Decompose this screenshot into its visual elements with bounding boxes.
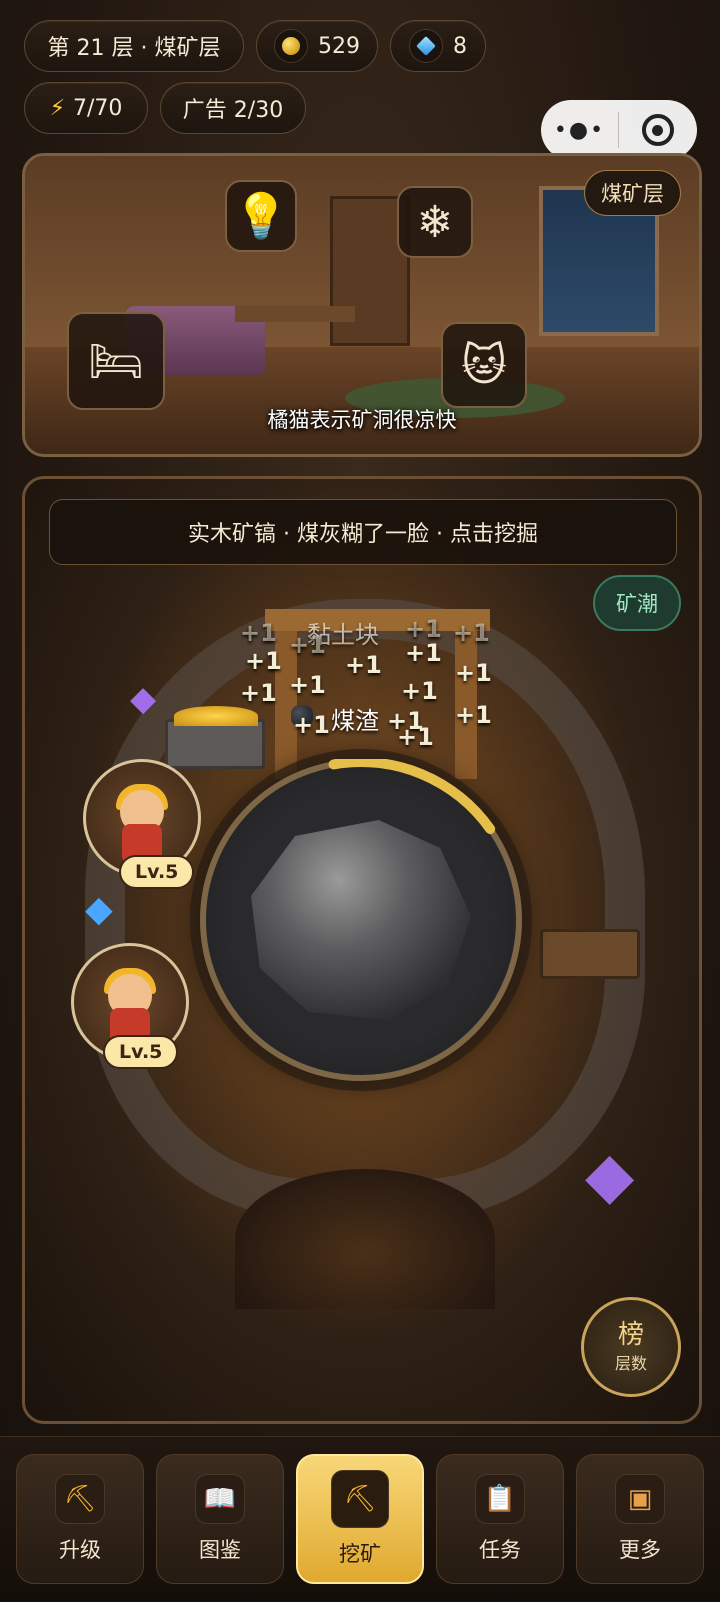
aircon-slot[interactable]: ❄ [397,186,473,258]
nav-label: 任务 [479,1538,521,1562]
reward-floater: +1 [240,619,277,647]
more-box-icon: ▣ [615,1474,665,1524]
gem-count: 8 [453,33,467,59]
reward-floater: +1 [245,647,282,675]
energy-count: 7/70 [73,95,123,121]
book-icon: 📖 [195,1474,245,1524]
diamond-icon [409,29,443,63]
lamp-slot[interactable]: 💡 [225,180,297,252]
room-scene: 💡 ❄ 🛏 🐱 煤矿层 橘猫表示矿洞很凉快 [22,153,702,457]
reward-floater: +1 [401,677,438,705]
reward-floater: +1 [289,631,326,659]
orange-cat-icon: 🐱 [461,339,507,391]
miniprogram-capsule: •●• [541,100,697,160]
coin-count: 529 [318,33,360,59]
surge-button[interactable]: 矿潮 [593,575,681,631]
room-tag-label: 煤矿层 [601,182,664,206]
close-miniprogram-button[interactable] [619,114,696,146]
floor-label: 第 21 层 · 煤矿层 [47,36,221,61]
gem-pill[interactable]: 8 [390,20,486,72]
pickaxe-mine-icon: ⛏ [331,1470,389,1528]
rank-button-sub: 层数 [614,1354,647,1373]
bed-slot[interactable]: 🛏 [67,312,165,410]
nav-collection[interactable]: 📖 图鉴 [156,1454,284,1584]
nav-label: 图鉴 [199,1538,241,1562]
reward-floater: +1 [289,671,326,699]
nav-more[interactable]: ▣ 更多 [576,1454,704,1584]
nav-tasks[interactable]: 📋 任务 [436,1454,564,1584]
reward-floater: +1 [345,651,382,679]
more-menu-button[interactable]: •●• [541,118,618,143]
dig-hint: 实木矿镐 · 煤灰糊了一脸 · 点击挖掘 [49,499,677,565]
reward-floater: +1 [397,723,434,751]
reward-floater: +1 [455,701,492,729]
target-icon [641,114,674,146]
energy-pill[interactable]: ⚡ 7/70 [24,82,148,134]
drop-label: 煤渣 [331,707,379,735]
dig-hint-text: 实木矿镐 · 煤灰糊了一脸 · 点击挖掘 [188,522,538,547]
ad-pill[interactable]: 广告 2/30 [160,82,306,134]
bed-icon: 🛏 [88,336,144,387]
nav-label: 更多 [619,1538,661,1562]
miner-level-badge: Lv.5 [103,1035,179,1069]
cave-tunnel [235,1169,495,1309]
nav-label: 升级 [59,1538,101,1562]
coin-pill[interactable]: 529 [256,20,378,72]
mine-scene: ◆ ◆ ◆ 实木矿镐 · 煤灰糊了一脸 · 点击挖掘 矿潮 黏土块 煤渣 +1 … [22,476,702,1424]
room-desk [235,306,355,322]
air-conditioner-icon: ❄ [416,196,454,248]
nav-upgrade[interactable]: ⛏ 升级 [16,1454,144,1584]
reward-floater: +1 [240,679,277,707]
rank-button-title: 榜 [617,1320,644,1350]
room-floor-tag: 煤矿层 [584,170,681,216]
surge-label: 矿潮 [616,592,658,616]
purple-crystal-icon: ◆ [585,1139,635,1213]
coin-icon [274,29,308,63]
reward-floater: +1 [453,619,490,647]
miner-level-badge: Lv.5 [119,855,195,889]
reward-floater: +1 [293,711,330,739]
floor-pill[interactable]: 第 21 层 · 煤矿层 [24,20,244,72]
nav-label: 挖矿 [339,1542,381,1566]
room-caption: 橘猫表示矿洞很凉快 [267,408,457,432]
nav-mine[interactable]: ⛏ 挖矿 [296,1454,424,1584]
desk-lamp-icon: 💡 [233,191,289,242]
checklist-icon: 📋 [475,1474,525,1524]
blue-crystal-icon: ◆ [85,889,113,930]
reward-floater: +1 [405,639,442,667]
bottom-nav: ⛏ 升级 📖 图鉴 ⛏ 挖矿 📋 任务 ▣ 更多 [0,1436,720,1602]
rank-button[interactable]: 榜 层数 [581,1297,681,1397]
ad-count: 广告 2/30 [182,98,284,123]
reward-floater: +1 [455,659,492,687]
cat-slot[interactable]: 🐱 [441,322,527,408]
dig-progress-arc [200,759,522,1081]
empty-minecart [540,929,640,979]
amethyst-icon: ◆ [130,679,157,719]
lightning-icon: ⚡ [49,95,66,121]
pickaxe-upgrade-icon: ⛏ [55,1474,105,1524]
